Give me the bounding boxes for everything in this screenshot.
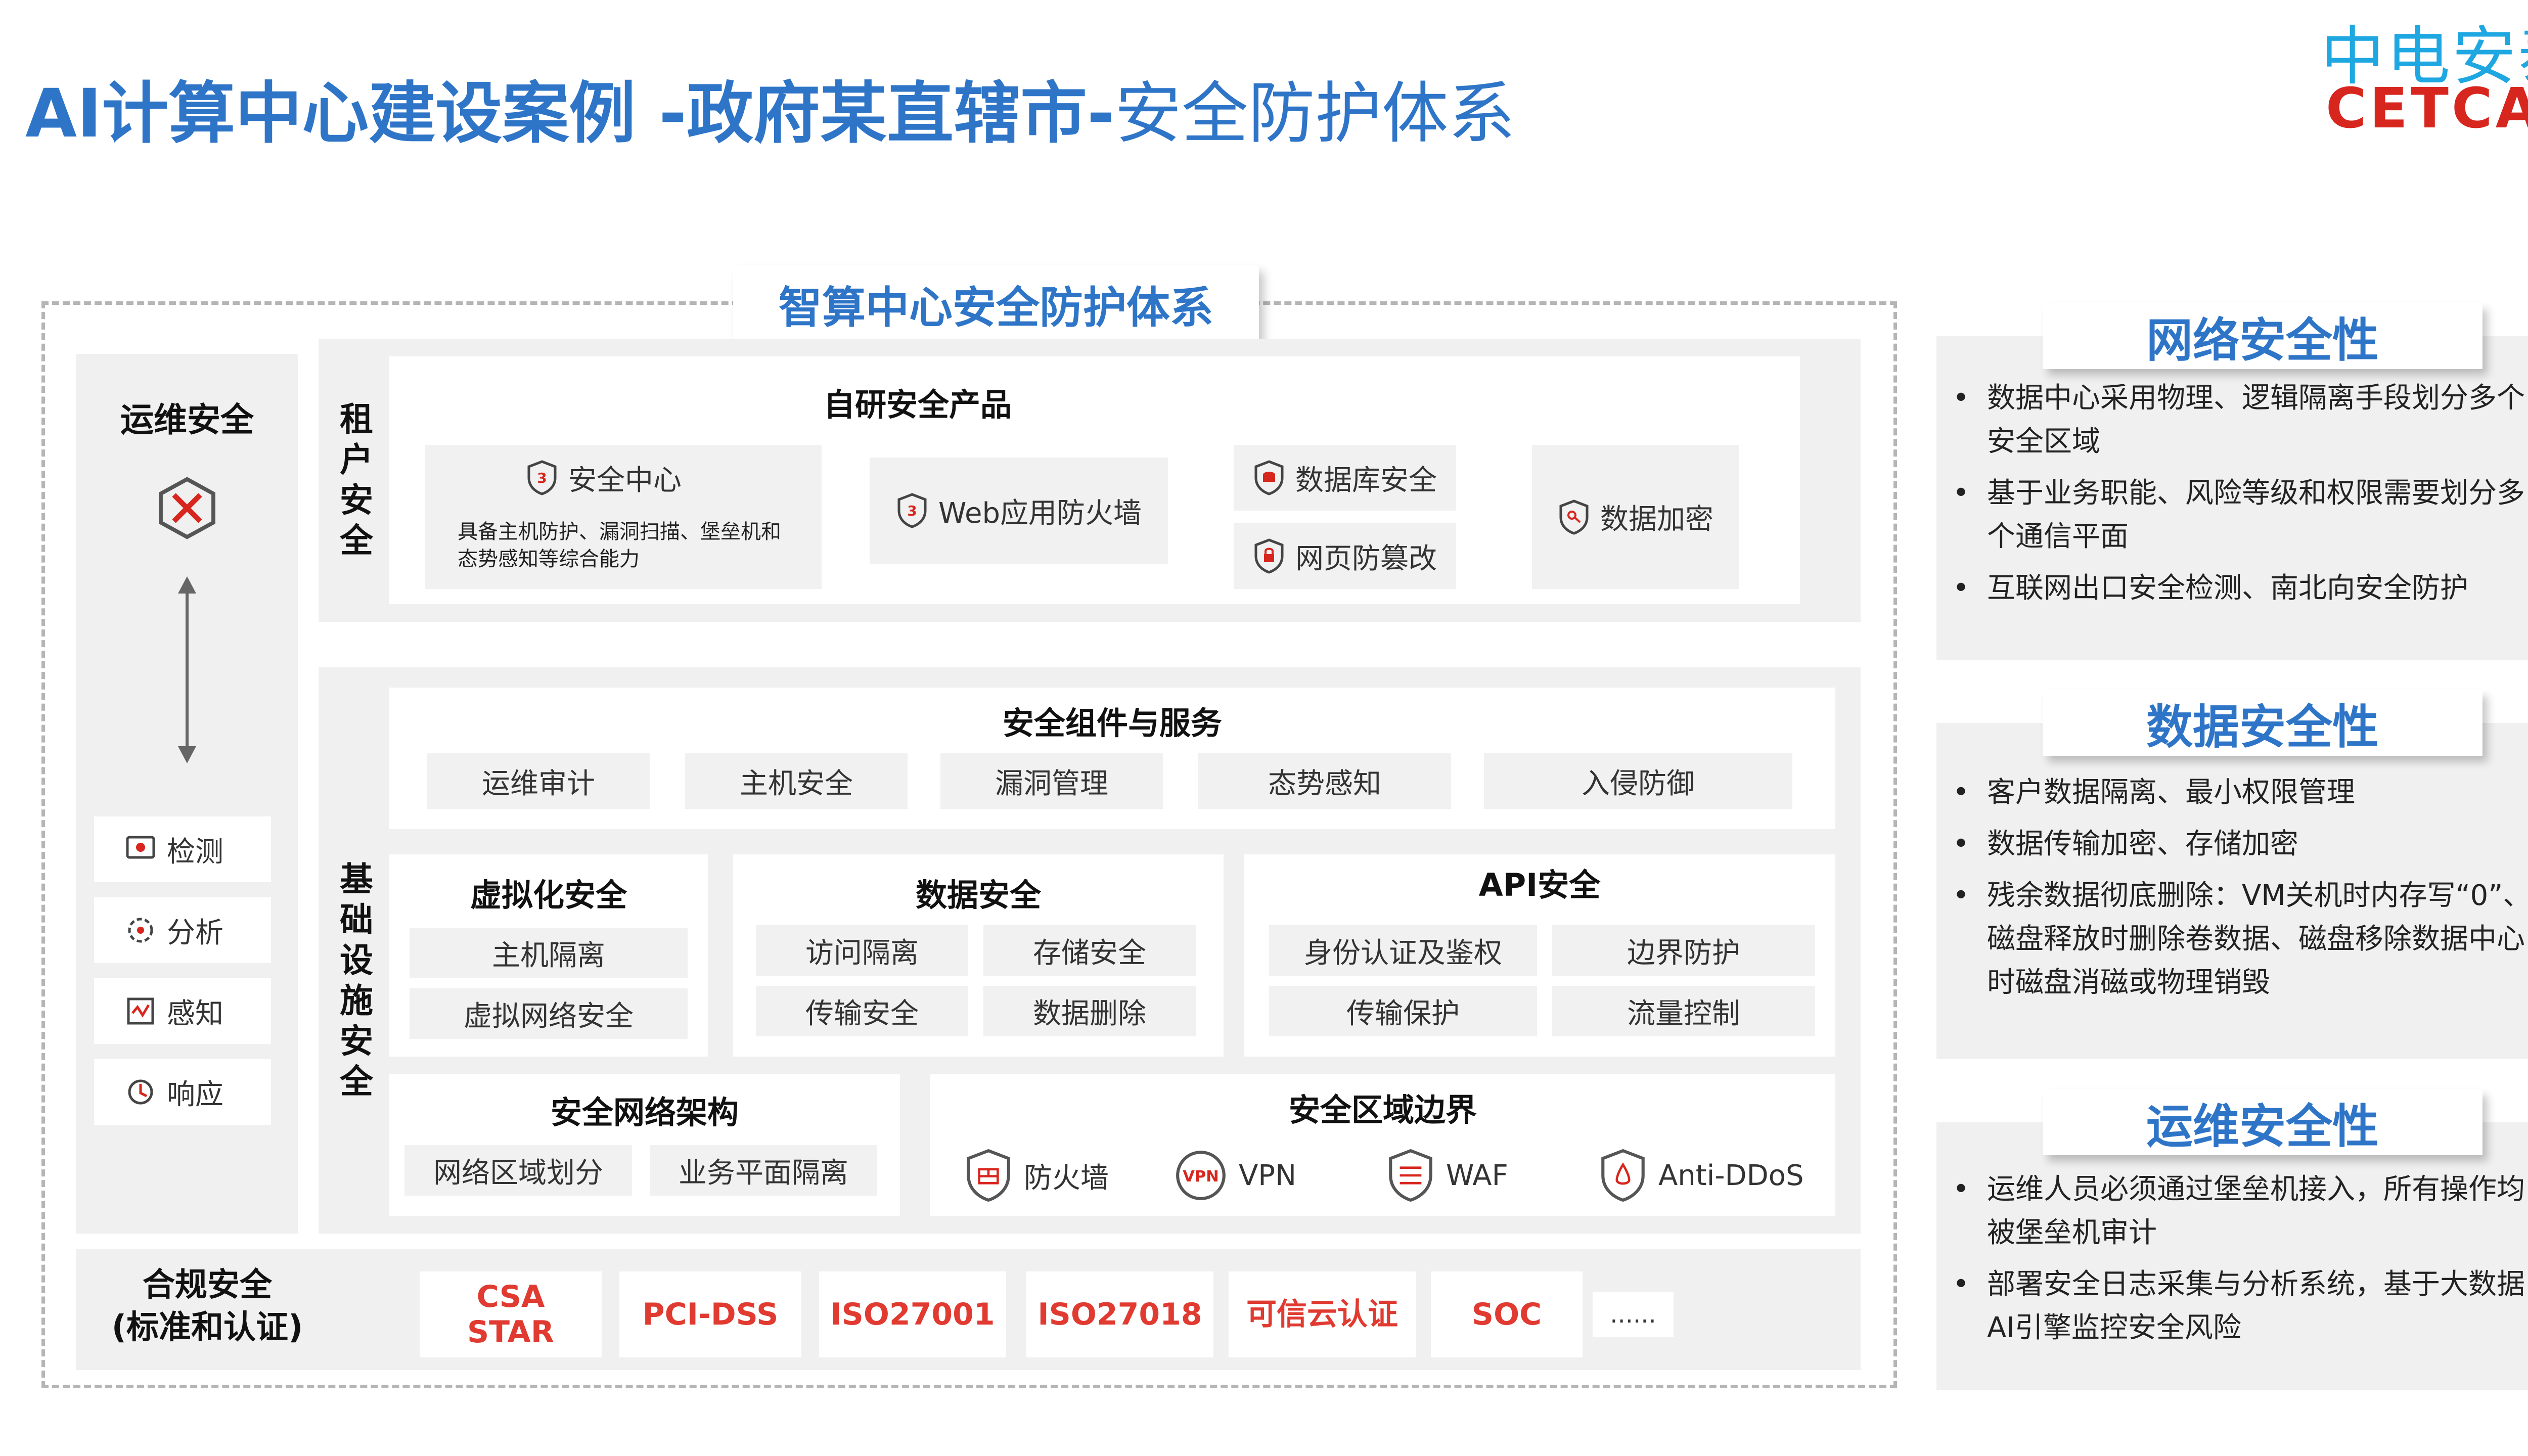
ops-item-analyze: 分析 — [94, 897, 271, 963]
data-security-points: 客户数据隔离、最小权限管理 数据传输加密、存储加密 残余数据彻底删除：VM关机时… — [1947, 771, 2528, 1013]
service-plane-isolation: 业务平面隔离 — [650, 1145, 877, 1196]
security-center-desc: 具备主机防护、漏洞扫描、堡垒机和态势感知等综合能力 — [458, 520, 781, 571]
component-intrusion-prevention: 入侵防御 — [1484, 753, 1792, 809]
ops-security-points: 运维人员必须通过堡垒机接入，所有操作均被堡垒机审计 部署安全日志采集与分析系统，… — [1947, 1168, 2528, 1358]
tools-icon — [152, 475, 222, 541]
shield-icon: 3 — [896, 492, 928, 529]
api-boundary-protection: 边界防护 — [1552, 925, 1815, 976]
firewall-shield-icon — [963, 1148, 1014, 1203]
security-center-header: 3 安全中心 — [526, 452, 682, 503]
key-shield-icon — [1558, 499, 1590, 535]
virt-security-title: 虚拟化安全 — [470, 877, 627, 914]
virt-host-isolation: 主机隔离 — [410, 928, 688, 978]
api-auth: 身份认证及鉴权 — [1269, 925, 1537, 976]
database-shield-icon — [1253, 460, 1285, 496]
component-host-security: 主机安全 — [685, 753, 908, 809]
waf-product-card: 3 Web应用防火墙 — [870, 458, 1168, 564]
ops-item-detect: 检测 — [94, 816, 271, 882]
data-deletion: 数据删除 — [983, 986, 1196, 1036]
data-security-side-title: 数据安全性 — [2043, 690, 2482, 756]
list-item: 部署安全日志采集与分析系统，基于大数据AI引擎监控安全风险 — [1947, 1263, 2528, 1350]
page-title: AI计算中心建设案例 -政府某直辖市-安全防护体系 — [25, 75, 1515, 153]
compliance-more: ...... — [1593, 1292, 1674, 1337]
respond-icon — [124, 1074, 157, 1110]
lock-shield-icon — [1253, 538, 1285, 574]
ops-security-side-title: 运维安全性 — [2043, 1089, 2482, 1155]
list-item: 残余数据彻底删除：VM关机时内存写“0”、磁盘释放时删除卷数据、磁盘移除数据中心… — [1947, 874, 2528, 1005]
compliance-soc: SOC — [1431, 1271, 1583, 1357]
network-zoning: 网络区域划分 — [404, 1145, 632, 1196]
sense-icon — [124, 993, 157, 1029]
db-security-card: 数据库安全 — [1234, 445, 1456, 511]
api-security-title: API安全 — [1478, 867, 1601, 903]
vpn-icon: VPN — [1173, 1148, 1229, 1203]
compliance-pci-dss: PCI-DSS — [619, 1271, 801, 1357]
zone-waf: WAF — [1385, 1143, 1508, 1208]
compliance-csa-star: CSA STAR — [420, 1271, 602, 1357]
list-item: 互联网出口安全检测、南北向安全防护 — [1947, 567, 2528, 610]
logo-english: CETCAT — [2326, 76, 2528, 141]
compliance-iso27001: ISO27001 — [819, 1271, 1006, 1357]
ops-item-respond: 响应 — [94, 1059, 271, 1125]
api-transfer-protection: 传输保护 — [1269, 986, 1537, 1036]
data-storage-security: 存储安全 — [983, 925, 1196, 976]
compliance-trusted-cloud: 可信云认证 — [1229, 1271, 1416, 1357]
encryption-card: 数据加密 — [1532, 445, 1739, 589]
compliance-title: 合规安全 (标准和认证) — [111, 1266, 303, 1346]
data-access-isolation: 访问隔离 — [756, 925, 968, 976]
list-item: 数据传输加密、存储加密 — [1947, 823, 2528, 866]
shield-icon: 3 — [526, 460, 558, 496]
analyze-icon — [124, 912, 157, 948]
svg-text:3: 3 — [907, 503, 917, 519]
data-security-title: 数据安全 — [915, 877, 1041, 914]
list-item: 客户数据隔离、最小权限管理 — [1947, 771, 2528, 814]
list-item: 运维人员必须通过堡垒机接入，所有操作均被堡垒机审计 — [1947, 1168, 2528, 1255]
ddos-shield-icon — [1598, 1148, 1648, 1203]
zone-boundary-title: 安全区域边界 — [1288, 1091, 1477, 1128]
svg-text:3: 3 — [537, 470, 547, 486]
anti-tamper-card: 网页防篡改 — [1234, 523, 1456, 589]
list-item: 数据中心采用物理、逻辑隔离手段划分多个安全区域 — [1947, 377, 2528, 464]
compliance-iso27018: ISO27018 — [1026, 1271, 1213, 1357]
detect-icon — [124, 831, 157, 868]
products-title: 自研安全产品 — [823, 386, 1012, 423]
network-security-title: 网络安全性 — [2043, 303, 2482, 369]
components-title: 安全组件与服务 — [1002, 705, 1222, 742]
zone-vpn: VPN VPN — [1173, 1143, 1296, 1208]
svg-text:VPN: VPN — [1183, 1168, 1219, 1186]
ops-item-sense: 感知 — [94, 978, 271, 1044]
double-arrow — [172, 576, 202, 763]
component-vuln-mgmt: 漏洞管理 — [940, 753, 1163, 809]
zone-firewall: 防火墙 — [963, 1143, 1109, 1208]
virt-network-security: 虚拟网络安全 — [410, 988, 688, 1039]
ops-title: 运维安全 — [120, 400, 254, 439]
frame-title: 智算中心安全防护体系 — [733, 265, 1259, 341]
waf-shield-icon — [1385, 1148, 1436, 1203]
component-ops-audit: 运维审计 — [427, 753, 650, 809]
zone-anti-ddos: Anti-DDoS — [1598, 1143, 1804, 1208]
api-traffic-control: 流量控制 — [1552, 986, 1815, 1036]
list-item: 基于业务职能、风险等级和权限需要划分多个通信平面 — [1947, 472, 2528, 559]
component-situation-awareness: 态势感知 — [1198, 753, 1451, 809]
network-security-points: 数据中心采用物理、逻辑隔离手段划分多个安全区域 基于业务职能、风险等级和权限需要… — [1947, 377, 2528, 618]
tenant-label: 租户安全 — [340, 400, 373, 560]
network-architecture-title: 安全网络架构 — [550, 1094, 739, 1131]
data-transfer-security: 传输安全 — [756, 986, 968, 1036]
infra-label: 基础设施安全 — [340, 860, 373, 1101]
